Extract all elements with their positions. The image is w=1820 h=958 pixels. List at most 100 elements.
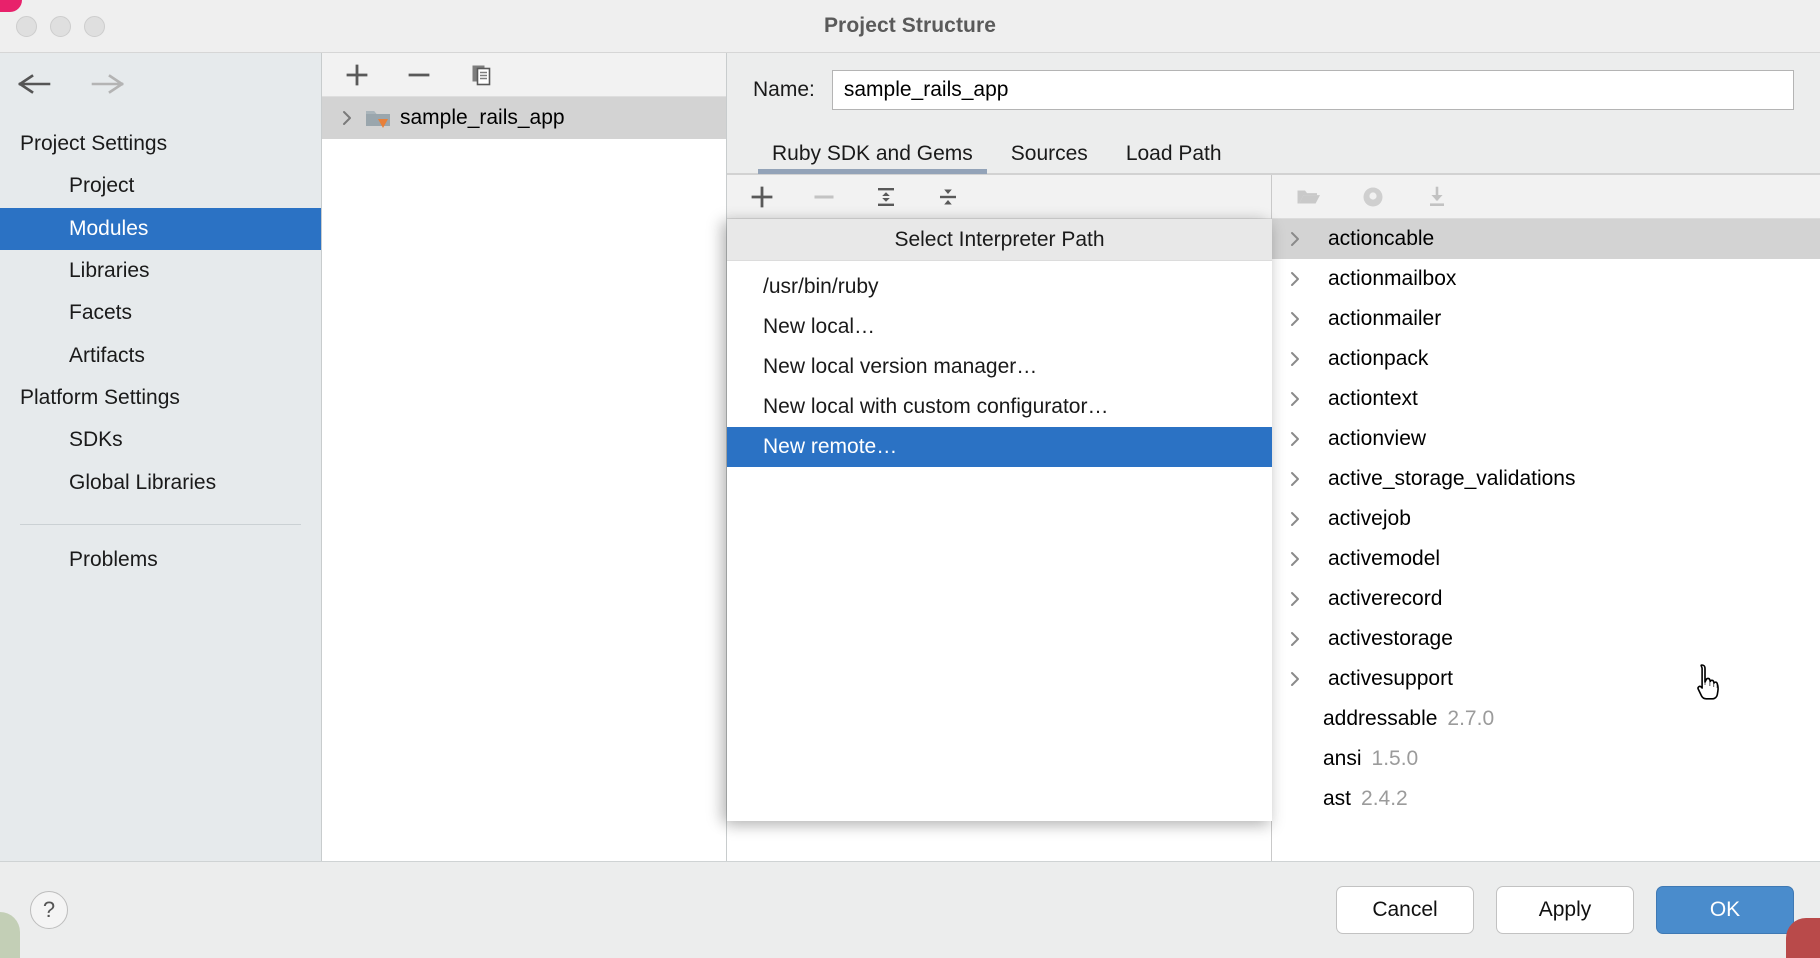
gem-row[interactable]: ansi 1.5.0 <box>1272 739 1820 779</box>
zoom-button[interactable] <box>84 16 105 37</box>
chevron-right-icon[interactable] <box>338 109 356 127</box>
tab-load-path[interactable]: Load Path <box>1107 143 1241 173</box>
chevron-right-icon[interactable] <box>1286 670 1304 688</box>
chevron-right-icon[interactable] <box>1286 510 1304 528</box>
gem-row[interactable]: actionview <box>1272 419 1820 459</box>
gem-row[interactable]: active_storage_validations <box>1272 459 1820 499</box>
sidebar-divider <box>20 524 301 525</box>
menu-item-new-local[interactable]: New local… <box>727 307 1272 347</box>
gem-row[interactable]: activejob <box>1272 499 1820 539</box>
dialog-footer: ? Cancel Apply OK <box>0 861 1820 958</box>
sidebar-item-sdks[interactable]: SDKs <box>0 419 321 461</box>
sidebar-group-platform-settings: Platform Settings <box>0 377 321 419</box>
sidebar-item-libraries[interactable]: Libraries <box>0 250 321 292</box>
gem-name-label: actionmailer <box>1328 307 1441 331</box>
chevron-right-icon[interactable] <box>1286 270 1304 288</box>
add-sdk-button[interactable] <box>745 181 779 213</box>
gem-name-label: addressable <box>1323 707 1437 731</box>
module-editor: Name: Ruby SDK and Gems Sources Load Pat… <box>727 53 1820 861</box>
menu-item-usr-bin-ruby[interactable]: /usr/bin/ruby <box>727 267 1272 307</box>
remove-sdk-button[interactable] <box>807 181 841 213</box>
tab-ruby-sdk-and-gems[interactable]: Ruby SDK and Gems <box>753 143 992 173</box>
close-button[interactable] <box>16 16 37 37</box>
sidebar-list: Project Settings Project Modules Librari… <box>0 115 321 861</box>
ok-button[interactable]: OK <box>1656 886 1794 934</box>
tab-sources[interactable]: Sources <box>992 143 1107 173</box>
copy-module-button[interactable] <box>464 59 498 91</box>
desktop-corner-bottomright <box>1786 918 1820 958</box>
sidebar-group-project-settings: Project Settings <box>0 123 321 165</box>
module-name-input[interactable] <box>832 70 1794 110</box>
sidebar-item-artifacts[interactable]: Artifacts <box>0 335 321 377</box>
name-label: Name: <box>753 78 815 102</box>
gem-row[interactable]: actionpack <box>1272 339 1820 379</box>
gem-name-label: active_storage_validations <box>1328 467 1576 491</box>
forward-button[interactable] <box>86 67 128 101</box>
window-title: Project Structure <box>824 14 996 38</box>
collapse-all-button[interactable] <box>931 181 965 213</box>
module-name-row: Name: <box>727 53 1820 126</box>
gem-name-label: ansi <box>1323 747 1362 771</box>
sidebar-item-facets[interactable]: Facets <box>0 292 321 334</box>
chevron-right-icon[interactable] <box>1286 390 1304 408</box>
gem-name-label: activestorage <box>1328 627 1453 651</box>
chevron-right-icon[interactable] <box>1286 350 1304 368</box>
interpreter-path-menu: Select Interpreter Path /usr/bin/ruby Ne… <box>727 219 1272 821</box>
gem-name-label: activesupport <box>1328 667 1453 691</box>
remove-module-button[interactable] <box>402 59 436 91</box>
gem-row[interactable]: activemodel <box>1272 539 1820 579</box>
sidebar-item-project[interactable]: Project <box>0 165 321 207</box>
install-gem-button[interactable] <box>1420 181 1454 213</box>
gem-row[interactable]: activestorage <box>1272 619 1820 659</box>
gem-name-label: ast <box>1323 787 1351 811</box>
sidebar-item-problems[interactable]: Problems <box>0 539 321 581</box>
help-button[interactable]: ? <box>30 891 68 929</box>
chevron-right-icon[interactable] <box>1286 230 1304 248</box>
module-tabs: Ruby SDK and Gems Sources Load Path <box>727 126 1820 174</box>
gem-name-label: activejob <box>1328 507 1411 531</box>
chevron-right-icon[interactable] <box>1286 430 1304 448</box>
chevron-right-icon[interactable] <box>1286 310 1304 328</box>
chevron-right-icon[interactable] <box>1286 550 1304 568</box>
chevron-right-icon[interactable] <box>1286 470 1304 488</box>
minimize-button[interactable] <box>50 16 71 37</box>
chevron-right-icon[interactable] <box>1286 630 1304 648</box>
gem-row[interactable]: activesupport <box>1272 659 1820 699</box>
apply-button[interactable]: Apply <box>1496 886 1634 934</box>
gem-version-label: 2.7.0 <box>1447 707 1494 731</box>
sidebar-item-modules[interactable]: Modules <box>0 208 321 250</box>
cancel-button[interactable]: Cancel <box>1336 886 1474 934</box>
expand-all-button[interactable] <box>869 181 903 213</box>
sdk-and-gems-panes: Select Interpreter Path /usr/bin/ruby Ne… <box>727 174 1820 861</box>
gem-version-label: 2.4.2 <box>1361 787 1408 811</box>
gem-row[interactable]: activerecord <box>1272 579 1820 619</box>
gem-row[interactable]: actionmailbox <box>1272 259 1820 299</box>
menu-item-new-local-version-manager[interactable]: New local version manager… <box>727 347 1272 387</box>
module-name-label: sample_rails_app <box>400 106 565 130</box>
window-controls <box>16 0 105 53</box>
gem-row[interactable]: addressable 2.7.0 <box>1272 699 1820 739</box>
modules-toolbar <box>322 53 726 97</box>
gem-name-label: activerecord <box>1328 587 1442 611</box>
footer-buttons: Cancel Apply OK <box>1336 886 1794 934</box>
open-folder-button[interactable] <box>1292 181 1326 213</box>
chevron-right-icon[interactable] <box>1286 590 1304 608</box>
menu-item-new-local-custom-configurator[interactable]: New local with custom configurator… <box>727 387 1272 427</box>
gem-row[interactable]: actionmailer <box>1272 299 1820 339</box>
interpreter-menu-header: Select Interpreter Path <box>727 219 1272 261</box>
gem-version-label: 1.5.0 <box>1372 747 1419 771</box>
interpreter-menu-items: /usr/bin/ruby New local… New local versi… <box>727 261 1272 467</box>
menu-item-new-remote[interactable]: New remote… <box>727 427 1272 467</box>
gem-row[interactable]: ast 2.4.2 <box>1272 779 1820 819</box>
gems-list[interactable]: actioncableactionmailbox actionmailer acti… <box>1272 219 1820 861</box>
gem-row[interactable]: actiontext <box>1272 379 1820 419</box>
sidebar-navigation <box>0 53 321 115</box>
module-tree-row[interactable]: sample_rails_app <box>322 97 726 139</box>
back-button[interactable] <box>14 67 56 101</box>
gem-manager-button[interactable] <box>1356 181 1390 213</box>
gem-row[interactable]: actioncable <box>1272 219 1820 259</box>
modules-panel: sample_rails_app <box>322 53 727 861</box>
menu-backdrop-area <box>727 467 1272 817</box>
add-module-button[interactable] <box>340 59 374 91</box>
sidebar-item-global-libraries[interactable]: Global Libraries <box>0 462 321 504</box>
